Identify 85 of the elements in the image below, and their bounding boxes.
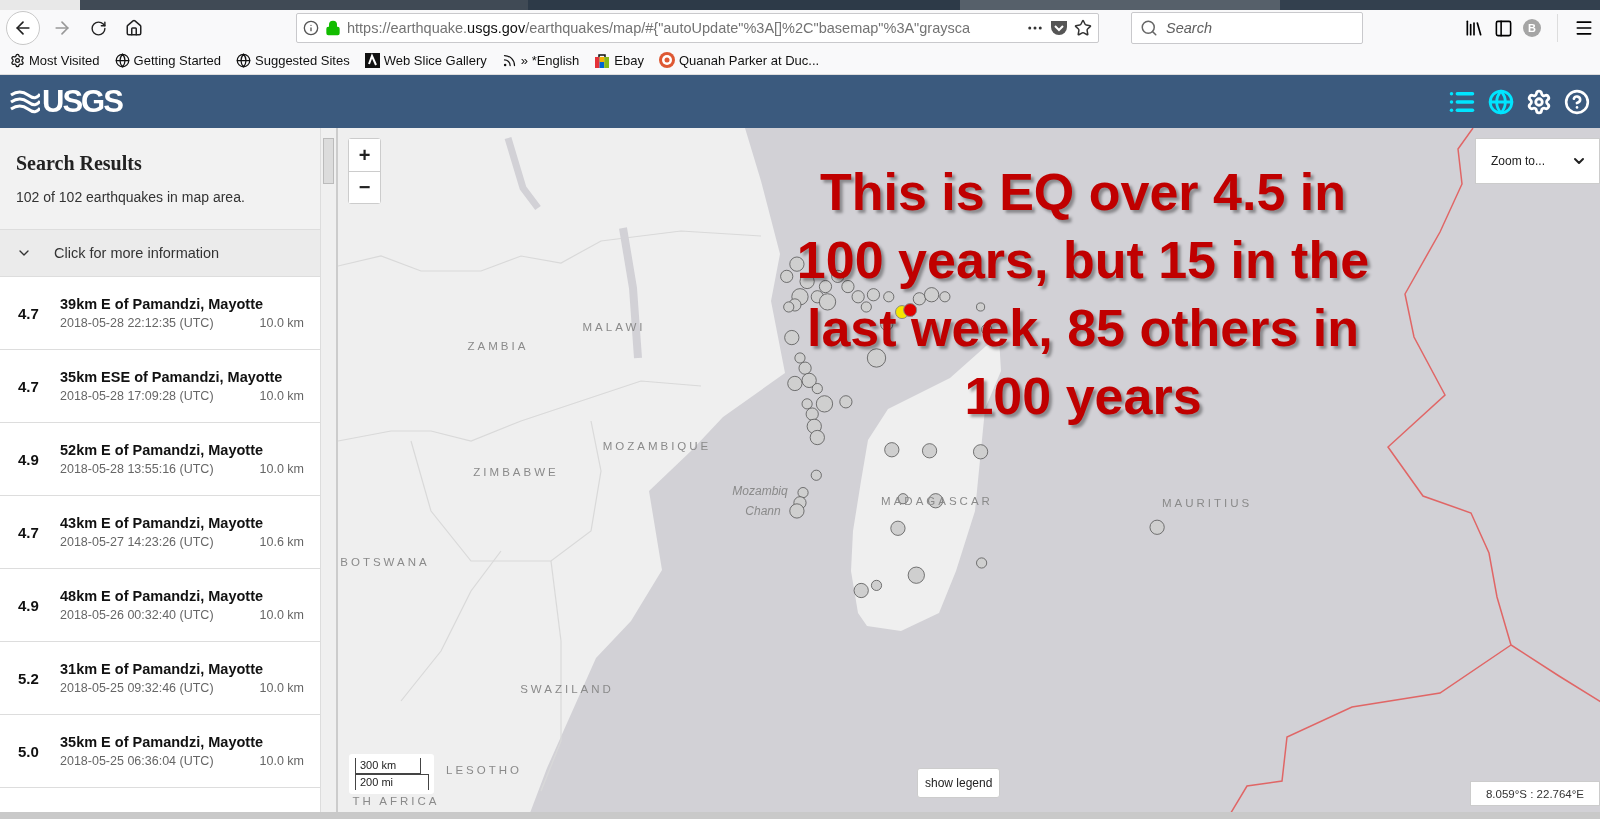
bookmark-link[interactable]: Ebay bbox=[594, 52, 644, 68]
duck-icon bbox=[659, 52, 675, 68]
event-depth: 10.0 km bbox=[259, 681, 304, 695]
map-label: LESOTHO bbox=[446, 764, 522, 776]
lock-icon bbox=[325, 20, 341, 36]
map-label: ZAMBIA bbox=[467, 340, 529, 352]
feed-icon bbox=[501, 52, 517, 68]
magnitude: 4.7 bbox=[18, 377, 40, 395]
zoom-out-button[interactable]: − bbox=[349, 171, 380, 203]
home-icon bbox=[125, 19, 143, 37]
usgs-logo[interactable]: USGS bbox=[42, 83, 122, 120]
zoom-to-dropdown[interactable]: Zoom to... bbox=[1475, 138, 1600, 184]
show-legend-button[interactable]: show legend bbox=[917, 768, 1001, 798]
place-name: 43km E of Pamandzi, Mayotte bbox=[60, 515, 265, 531]
back-button[interactable] bbox=[6, 11, 40, 45]
event-depth: 10.0 km bbox=[259, 389, 304, 403]
search-field[interactable]: Search bbox=[1131, 12, 1363, 44]
event-time: 2018-05-28 17:09:28 (UTC) bbox=[60, 389, 214, 403]
annotation-text: 100 years bbox=[964, 366, 1202, 427]
info-icon bbox=[303, 20, 319, 36]
magnitude: 4.9 bbox=[18, 450, 40, 468]
settings-button[interactable] bbox=[1526, 88, 1552, 115]
place-name: 48km E of Pamandzi, Mayotte bbox=[60, 588, 265, 604]
magnitude: 4.7 bbox=[18, 523, 40, 541]
bookmark-link[interactable]: Suggested Sites bbox=[236, 52, 350, 68]
cursor-coordinates: 8.059°S : 22.764°E bbox=[1470, 781, 1600, 806]
star-icon[interactable] bbox=[1074, 19, 1092, 37]
help-button[interactable] bbox=[1564, 88, 1590, 115]
annotation-text: 100 years, but 15 in the bbox=[796, 230, 1370, 291]
magnitude: 5.2 bbox=[18, 669, 40, 687]
place-name: 35km ESE of Pamandzi, Mayotte bbox=[60, 369, 284, 385]
results-title: Search Results bbox=[16, 152, 143, 175]
bookmark-link[interactable]: Web Slice Gallery bbox=[364, 52, 487, 68]
map-label: BOTSWANA bbox=[340, 556, 430, 568]
map-view-button[interactable] bbox=[1488, 88, 1514, 115]
wave-logo-icon bbox=[10, 88, 40, 115]
place-name: 52km E of Pamandzi, Mayotte bbox=[60, 442, 265, 458]
bookmark-link[interactable]: Quanah Parker at Duc... bbox=[659, 52, 820, 68]
map-label: Chann bbox=[745, 504, 781, 518]
more-info-toggle[interactable]: Click for more information bbox=[0, 229, 320, 277]
magnitude: 5.0 bbox=[18, 742, 40, 760]
gear-icon bbox=[10, 52, 25, 68]
magnitude: 4.9 bbox=[18, 596, 40, 614]
event-depth: 10.6 km bbox=[259, 535, 304, 549]
magnitude: 4.7 bbox=[18, 304, 40, 322]
scrollbar[interactable] bbox=[320, 128, 338, 812]
event-time: 2018-05-28 22:12:35 (UTC) bbox=[60, 316, 214, 330]
event-time: 2018-05-25 09:32:46 (UTC) bbox=[60, 681, 214, 695]
pocket-icon[interactable] bbox=[1050, 20, 1068, 36]
event-time: 2018-05-28 13:55:16 (UTC) bbox=[60, 462, 214, 476]
globe-icon bbox=[236, 52, 252, 68]
event-time: 2018-05-25 06:36:04 (UTC) bbox=[60, 754, 214, 768]
event-time: 2018-05-26 00:32:40 (UTC) bbox=[60, 608, 214, 622]
map-scale: 300 km 200 mi bbox=[349, 754, 434, 794]
map-label: ZIMBABWE bbox=[473, 466, 559, 478]
globe-icon bbox=[114, 52, 130, 68]
map-label: TH AFRICA bbox=[352, 795, 440, 807]
event-depth: 10.0 km bbox=[259, 754, 304, 768]
bookmark-link[interactable]: » *English bbox=[501, 52, 580, 68]
annotation-text: This is EQ over 4.5 in bbox=[820, 162, 1346, 223]
menu-icon[interactable] bbox=[1574, 18, 1594, 38]
shopping-bag-icon bbox=[594, 52, 611, 68]
url-text: https://earthquake.usgs.gov/earthquakes/map/#{"autoUpdate"%3A[]%2C"basemap"%3A"graysca bbox=[347, 20, 972, 36]
annotation-text: last week, 85 others in bbox=[807, 298, 1359, 359]
reload-icon bbox=[89, 19, 107, 37]
results-summary: 102 of 102 earthquakes in map area. bbox=[16, 189, 246, 205]
bookmark-link[interactable]: Getting Started bbox=[114, 52, 222, 68]
map-label: MALAWI bbox=[582, 321, 646, 333]
event-depth: 10.0 km bbox=[259, 316, 304, 330]
bookmark-link[interactable]: Most Visited bbox=[10, 52, 100, 68]
place-name: 31km E of Pamandzi, Mayotte bbox=[60, 661, 265, 677]
map-label: MAURITIUS bbox=[1161, 497, 1253, 509]
event-depth: 10.0 km bbox=[259, 608, 304, 622]
map-label: MOZAMBIQUE bbox=[602, 440, 712, 452]
search-icon bbox=[1140, 19, 1158, 37]
event-depth: 10.0 km bbox=[259, 462, 304, 476]
place-name: 39km E of Pamandzi, Mayotte bbox=[60, 296, 265, 312]
event-time: 2018-05-27 14:23:26 (UTC) bbox=[60, 535, 214, 549]
sidebar-icon[interactable] bbox=[1494, 18, 1513, 38]
slice-icon bbox=[364, 52, 380, 68]
library-icon[interactable] bbox=[1464, 18, 1484, 38]
map-label: SWAZILAND bbox=[520, 683, 614, 695]
url-bar[interactable]: https://earthquake.usgs.gov/earthquakes/map/#{"autoUpdate"%3A[]%2C"basemap"%3A"graysca bbox=[296, 13, 1099, 43]
map-label: Mozambiq bbox=[732, 484, 788, 498]
place-name: 35km E of Pamandzi, Mayotte bbox=[60, 734, 265, 750]
